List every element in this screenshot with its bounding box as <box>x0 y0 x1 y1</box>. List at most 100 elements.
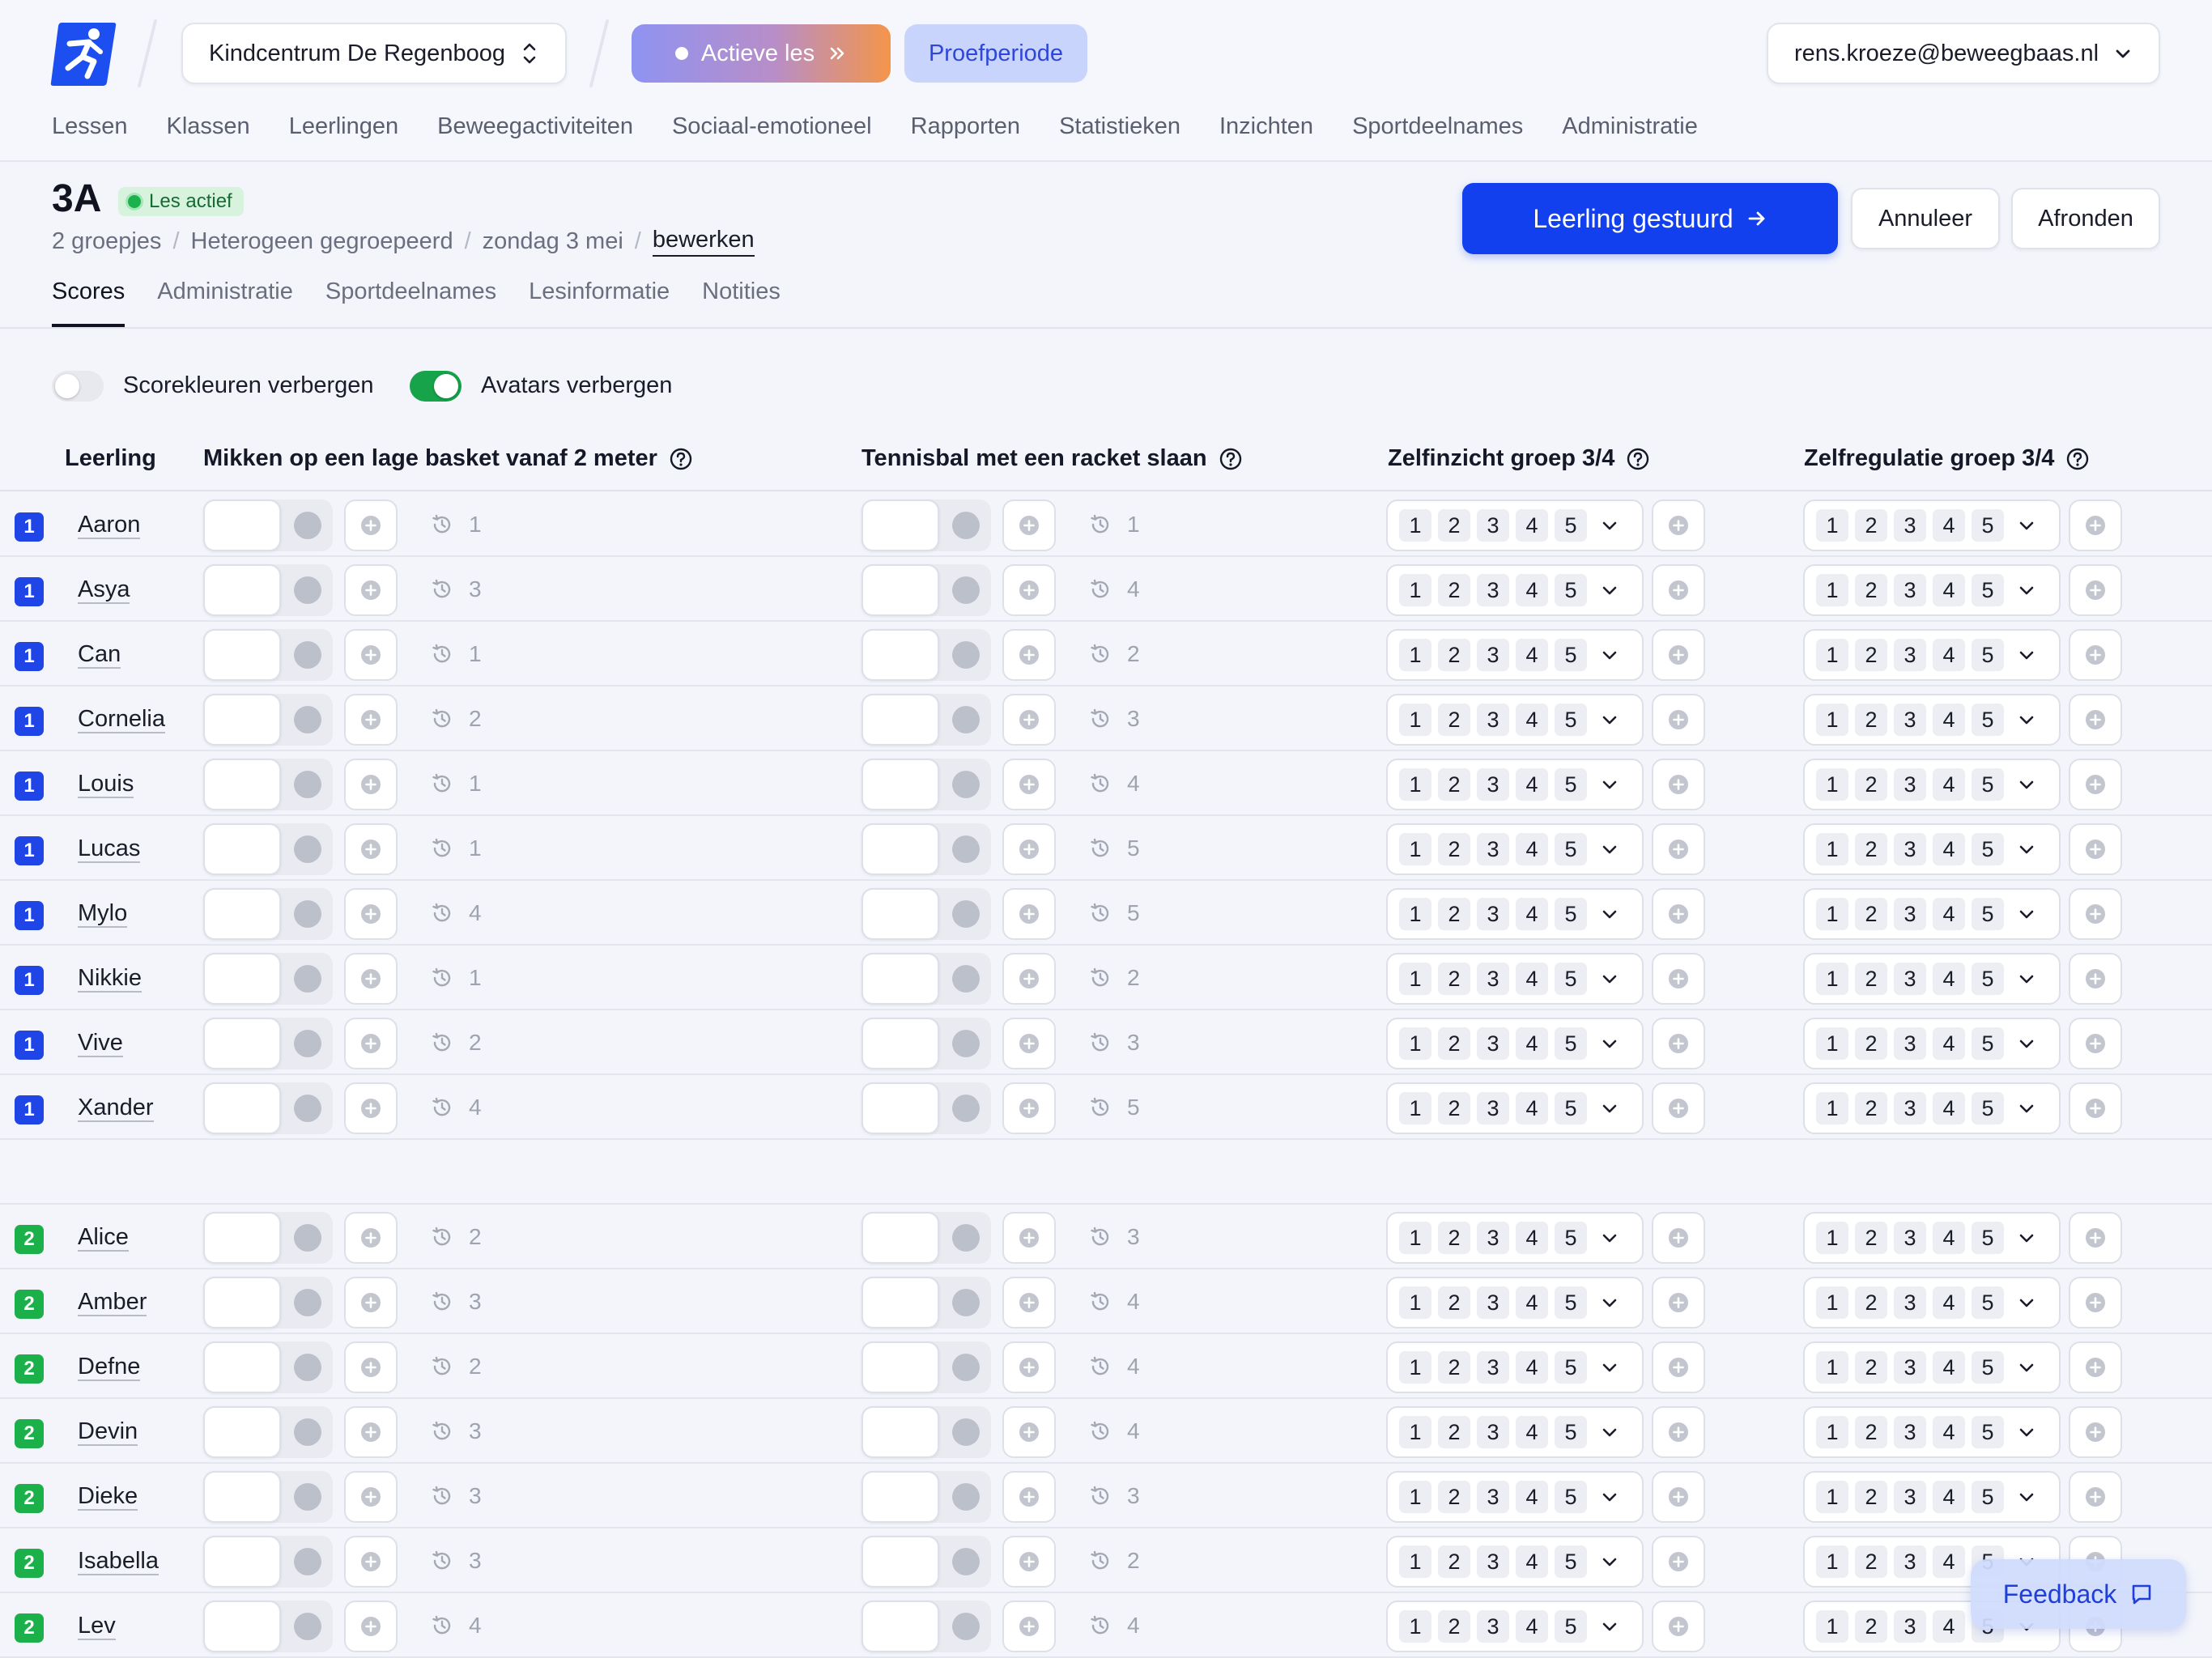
feedback-button[interactable]: Feedback <box>1971 1559 2186 1629</box>
chevron-down-icon[interactable] <box>2017 1099 2036 1118</box>
score-option-3[interactable]: 3 <box>1477 704 1509 736</box>
score-option-3[interactable]: 3 <box>1894 833 1926 865</box>
score-option-5[interactable]: 5 <box>1972 639 2004 671</box>
student-name-link[interactable]: Isabella <box>78 1548 159 1575</box>
add-comment-button[interactable] <box>1652 1406 1705 1458</box>
score-slider[interactable] <box>861 500 991 551</box>
chevron-down-icon[interactable] <box>1600 1099 1619 1118</box>
add-comment-button[interactable] <box>1652 1601 1705 1652</box>
score-option-3[interactable]: 3 <box>1477 1610 1509 1643</box>
score-option-1[interactable]: 1 <box>1399 1481 1431 1513</box>
score-option-5[interactable]: 5 <box>1972 833 2004 865</box>
slider-thumb[interactable] <box>203 500 281 551</box>
score-option-2[interactable]: 2 <box>1855 509 1887 542</box>
score-scale-select[interactable]: 12345 <box>1386 1341 1644 1393</box>
score-option-2[interactable]: 2 <box>1438 1092 1470 1124</box>
tab-scores[interactable]: Scores <box>52 278 125 327</box>
add-comment-button[interactable] <box>1652 1471 1705 1523</box>
add-comment-button[interactable] <box>1652 759 1705 810</box>
score-scale-select[interactable]: 12345 <box>1803 694 2061 746</box>
add-comment-button[interactable] <box>1002 759 1056 810</box>
nav-item-beweegactiviteiten[interactable]: Beweegactiviteiten <box>437 113 633 140</box>
chevron-down-icon[interactable] <box>2017 645 2036 665</box>
score-option-1[interactable]: 1 <box>1399 1610 1431 1643</box>
score-slider[interactable] <box>203 1082 333 1134</box>
slider-thumb[interactable] <box>203 1341 281 1393</box>
score-option-4[interactable]: 4 <box>1933 1545 1965 1578</box>
chevron-down-icon[interactable] <box>1600 1358 1619 1377</box>
score-option-3[interactable]: 3 <box>1894 509 1926 542</box>
student-name-link[interactable]: Dieke <box>78 1483 138 1511</box>
score-option-4[interactable]: 4 <box>1516 1416 1548 1448</box>
add-comment-button[interactable] <box>344 1277 398 1329</box>
score-option-3[interactable]: 3 <box>1477 574 1509 606</box>
score-option-4[interactable]: 4 <box>1516 639 1548 671</box>
score-option-2[interactable]: 2 <box>1438 1610 1470 1643</box>
score-option-2[interactable]: 2 <box>1855 574 1887 606</box>
student-name-link[interactable]: Cornelia <box>78 706 165 733</box>
score-option-2[interactable]: 2 <box>1855 1286 1887 1319</box>
score-slider[interactable] <box>203 823 333 875</box>
nav-item-sociaal-emotioneel[interactable]: Sociaal-emotioneel <box>672 113 872 140</box>
score-scale-select[interactable]: 12345 <box>1386 500 1644 551</box>
score-scale-select[interactable]: 12345 <box>1803 564 2061 616</box>
score-scale-select[interactable]: 12345 <box>1803 1406 2061 1458</box>
score-scale-select[interactable]: 12345 <box>1386 1406 1644 1458</box>
score-option-4[interactable]: 4 <box>1516 1027 1548 1060</box>
score-option-4[interactable]: 4 <box>1933 898 1965 930</box>
score-option-1[interactable]: 1 <box>1816 1092 1848 1124</box>
score-slider[interactable] <box>203 1601 333 1652</box>
score-slider[interactable] <box>861 694 991 746</box>
add-comment-button[interactable] <box>2069 564 2122 616</box>
slider-thumb[interactable] <box>203 823 281 875</box>
add-comment-button[interactable] <box>344 1082 398 1134</box>
nav-item-leerlingen[interactable]: Leerlingen <box>289 113 398 140</box>
score-option-2[interactable]: 2 <box>1855 768 1887 801</box>
score-option-2[interactable]: 2 <box>1438 704 1470 736</box>
help-circle-icon[interactable] <box>1626 447 1650 471</box>
score-slider[interactable] <box>203 694 333 746</box>
slider-thumb[interactable] <box>203 1471 281 1523</box>
score-slider[interactable] <box>203 1536 333 1588</box>
add-comment-button[interactable] <box>1002 953 1056 1005</box>
add-comment-button[interactable] <box>1652 629 1705 681</box>
chevron-down-icon[interactable] <box>1600 969 1619 988</box>
score-slider[interactable] <box>861 564 991 616</box>
score-scale-select[interactable]: 12345 <box>1386 1601 1644 1652</box>
score-slider[interactable] <box>203 1212 333 1264</box>
score-option-4[interactable]: 4 <box>1933 768 1965 801</box>
chevron-down-icon[interactable] <box>2017 710 2036 729</box>
add-comment-button[interactable] <box>1002 888 1056 940</box>
score-option-4[interactable]: 4 <box>1933 1416 1965 1448</box>
score-option-4[interactable]: 4 <box>1516 509 1548 542</box>
student-led-button[interactable]: Leerling gestuurd <box>1462 183 1838 254</box>
score-option-1[interactable]: 1 <box>1816 1610 1848 1643</box>
student-name-link[interactable]: Aaron <box>78 512 141 539</box>
add-comment-button[interactable] <box>1002 694 1056 746</box>
score-option-1[interactable]: 1 <box>1816 1286 1848 1319</box>
nav-item-rapporten[interactable]: Rapporten <box>911 113 1020 140</box>
score-option-4[interactable]: 4 <box>1933 574 1965 606</box>
score-option-3[interactable]: 3 <box>1477 1286 1509 1319</box>
score-option-3[interactable]: 3 <box>1894 1610 1926 1643</box>
score-option-2[interactable]: 2 <box>1438 574 1470 606</box>
score-option-3[interactable]: 3 <box>1477 1416 1509 1448</box>
add-comment-button[interactable] <box>1002 1277 1056 1329</box>
score-option-2[interactable]: 2 <box>1855 898 1887 930</box>
add-comment-button[interactable] <box>2069 888 2122 940</box>
score-slider[interactable] <box>861 953 991 1005</box>
score-option-3[interactable]: 3 <box>1894 963 1926 995</box>
slider-thumb[interactable] <box>861 1341 939 1393</box>
score-option-3[interactable]: 3 <box>1894 1222 1926 1254</box>
score-slider[interactable] <box>861 1341 991 1393</box>
score-option-3[interactable]: 3 <box>1894 1351 1926 1384</box>
score-option-5[interactable]: 5 <box>1555 1222 1587 1254</box>
score-scale-select[interactable]: 12345 <box>1386 1082 1644 1134</box>
add-comment-button[interactable] <box>1002 1082 1056 1134</box>
add-comment-button[interactable] <box>2069 953 2122 1005</box>
score-option-3[interactable]: 3 <box>1477 768 1509 801</box>
slider-thumb[interactable] <box>203 1277 281 1329</box>
student-name-link[interactable]: Louis <box>78 771 134 798</box>
add-comment-button[interactable] <box>2069 1406 2122 1458</box>
chevron-down-icon[interactable] <box>1600 840 1619 859</box>
